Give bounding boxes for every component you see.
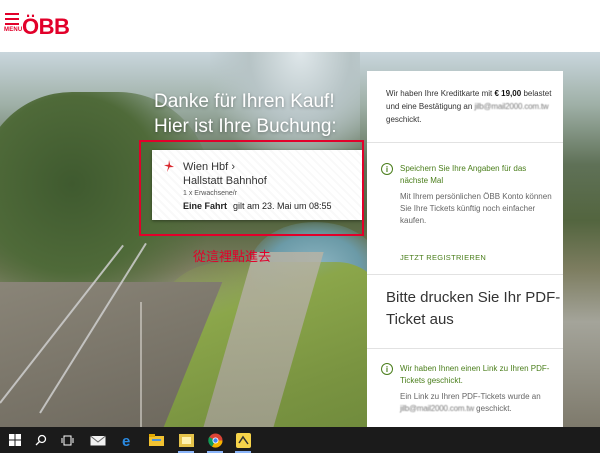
headline-line-2: Hier ist Ihre Buchung:	[154, 116, 337, 137]
windows-taskbar: e	[0, 427, 600, 453]
windows-start-icon[interactable]	[5, 430, 25, 450]
menu-button[interactable]: MENU	[4, 13, 23, 33]
hamburger-icon	[5, 13, 19, 15]
link-desc-pre: Ein Link zu Ihren PDF-Tickets wurde an	[400, 392, 541, 401]
save-description: Mit Ihrem persönlichen ÖBB Konto können …	[400, 192, 552, 225]
fence-shape	[140, 302, 172, 427]
info-icon: i	[381, 363, 393, 375]
annotation-text: 從這裡點進去	[193, 249, 272, 264]
register-button[interactable]: JETZT REGISTRIEREN	[400, 253, 486, 262]
panel-content: i Speichern Sie Ihre Angaben für das näc…	[367, 71, 563, 427]
headline-line-1: Danke für Ihren Kauf!	[154, 91, 335, 112]
link-desc-post: geschickt.	[476, 404, 512, 413]
task-view-icon[interactable]	[57, 430, 77, 450]
app-icon[interactable]	[233, 430, 253, 453]
chrome-icon[interactable]	[205, 430, 225, 453]
save-title: Speichern Sie Ihre Angaben für das nächs…	[400, 164, 527, 185]
link-email: jilb@mail2000.com.tw	[400, 404, 474, 413]
link-description: Ein Link zu Ihren PDF-Tickets wurde an j…	[400, 391, 555, 415]
svg-text:e: e	[122, 433, 130, 448]
hamburger-icon-bar	[5, 23, 19, 25]
mail-icon[interactable]	[88, 430, 108, 450]
highlight-box	[139, 140, 364, 236]
obb-logo[interactable]: ÖBB	[22, 14, 70, 40]
top-header: MENU ÖBB	[0, 0, 600, 53]
link-title: Wir haben Ihnen einen Link zu Ihren PDF-…	[400, 364, 550, 385]
file-explorer-icon[interactable]	[146, 430, 166, 450]
info-icon: i	[381, 163, 393, 175]
hamburger-icon-bar	[5, 18, 19, 20]
print-title: Bitte drucken Sie Ihr PDF-Ticket aus	[386, 289, 561, 328]
purchase-headline: Danke für Ihren Kauf! Hier ist Ihre Buch…	[154, 89, 337, 139]
menu-label: MENU	[4, 27, 23, 33]
search-icon[interactable]	[31, 430, 51, 450]
sticky-icon[interactable]	[176, 430, 196, 453]
edge-icon[interactable]: e	[118, 430, 138, 450]
